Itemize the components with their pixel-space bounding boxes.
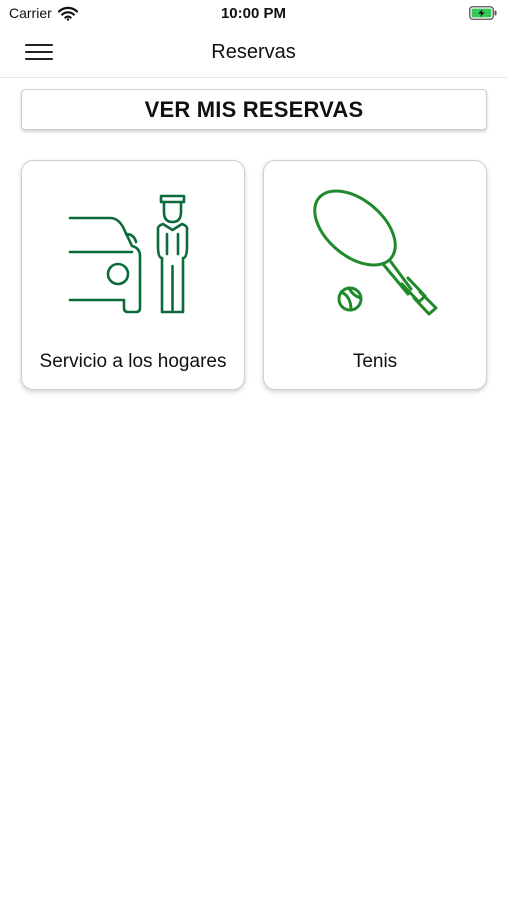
card-icon-wrapper	[264, 181, 486, 331]
tennis-racket-icon	[313, 189, 438, 316]
car-and-chauffeur-icon	[68, 194, 189, 313]
service-card-tennis[interactable]: Tenis	[263, 160, 487, 390]
clock: 10:00 PM	[220, 5, 287, 22]
service-card-home-service[interactable]: Servicio a los hogares	[21, 160, 245, 390]
status-bar: Carrier 10:00 PM	[0, 0, 507, 28]
card-label: Servicio a los hogares	[39, 351, 227, 372]
battery-charging-icon	[469, 6, 497, 20]
card-icon-wrapper	[22, 181, 244, 331]
card-label: Tenis	[352, 351, 398, 372]
ver-mis-reservas-button[interactable]: VER MIS RESERVAS	[21, 89, 487, 130]
page-title: Reservas	[211, 41, 296, 63]
navigation-bar: Reservas	[0, 28, 507, 78]
